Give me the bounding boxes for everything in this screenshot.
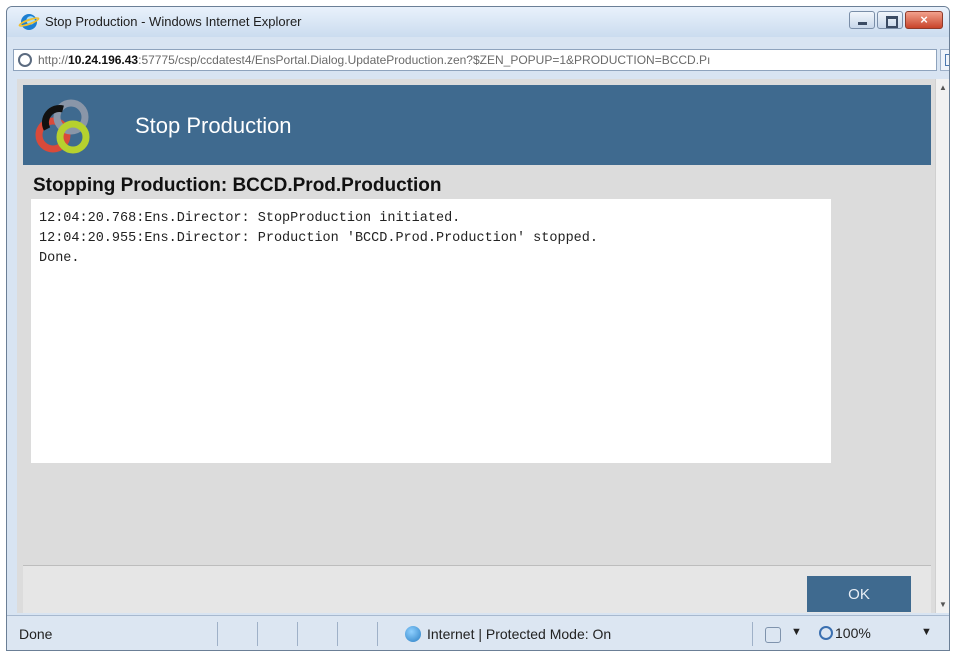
ie-logo-icon <box>21 14 37 30</box>
scroll-down-icon[interactable]: ▼ <box>939 600 947 609</box>
log-line: Done. <box>39 251 80 266</box>
status-divider <box>377 622 378 646</box>
page-title: Stopping Production: BCCD.Prod.Productio… <box>33 175 442 196</box>
vertical-scrollbar[interactable]: ▲ ▼ <box>935 79 949 613</box>
ok-button[interactable]: OK <box>807 576 911 612</box>
compatibility-view-icon[interactable] <box>940 49 949 71</box>
product-logo-icon <box>35 99 90 154</box>
page-icon <box>18 53 32 67</box>
status-divider <box>752 622 753 646</box>
scroll-up-icon[interactable]: ▲ <box>939 83 947 92</box>
log-line: 12:04:20.768:Ens.Director: StopProductio… <box>39 211 461 226</box>
globe-icon <box>405 626 421 642</box>
status-text: Done <box>19 626 53 642</box>
zoom-icon[interactable] <box>819 626 833 640</box>
address-bar[interactable]: http://10.24.196.43:57775/csp/ccdatest4/… <box>13 49 949 71</box>
banner-title: Stop Production <box>135 113 292 138</box>
security-settings-icon[interactable] <box>765 627 781 643</box>
dialog-banner: Stop Production <box>23 85 931 165</box>
page-content: Stop Production Stopping Production: BCC… <box>17 79 935 613</box>
status-divider <box>217 622 218 646</box>
security-zone[interactable]: Internet | Protected Mode: On <box>427 626 611 642</box>
zoom-level[interactable]: 100% <box>835 625 871 641</box>
status-divider <box>337 622 338 646</box>
url-text: http://10.24.196.43:57775/csp/ccdatest4/… <box>38 53 711 67</box>
maximize-button[interactable] <box>877 11 903 29</box>
status-divider <box>297 622 298 646</box>
window-controls: × <box>847 11 943 31</box>
minimize-button[interactable] <box>849 11 875 29</box>
close-button[interactable]: × <box>905 11 943 29</box>
status-bar: Done Internet | Protected Mode: On ▼ 100… <box>7 615 949 650</box>
status-divider <box>257 622 258 646</box>
button-bar: OK <box>23 565 931 613</box>
close-icon: × <box>920 12 928 27</box>
output-log: 12:04:20.768:Ens.Director: StopProductio… <box>31 199 831 463</box>
chevron-down-icon[interactable]: ▼ <box>921 626 932 638</box>
window-title: Stop Production - Windows Internet Explo… <box>45 14 302 29</box>
ie-window: Stop Production - Windows Internet Explo… <box>6 6 950 651</box>
log-line: 12:04:20.955:Ens.Director: Production 'B… <box>39 231 598 246</box>
title-bar: Stop Production - Windows Internet Explo… <box>7 7 949 37</box>
chevron-down-icon[interactable]: ▼ <box>791 626 802 638</box>
